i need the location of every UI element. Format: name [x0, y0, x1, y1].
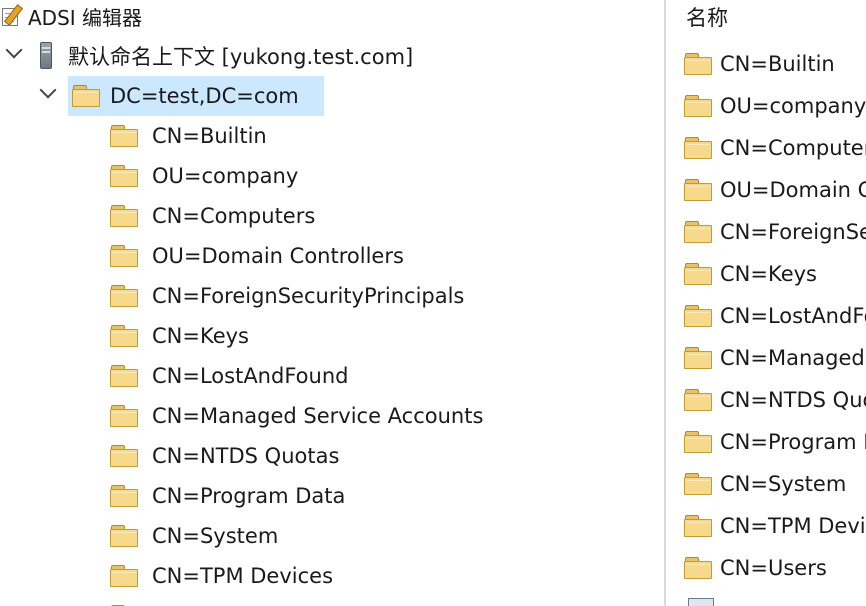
tree-root-label: ADSI 编辑器	[28, 5, 143, 30]
list-item[interactable]: CN=ForeignSecurityPrincipals	[684, 212, 866, 252]
tree-node-domain-label: DC=test,DC=com	[110, 84, 299, 108]
folder-icon	[110, 164, 140, 188]
adsi-edit-icon	[0, 4, 24, 28]
tree-node-child[interactable]: CN=Managed Service Accounts	[110, 396, 487, 436]
folder-icon	[110, 524, 140, 548]
list-item-label: CN=Keys	[720, 262, 817, 286]
tree-node-child[interactable]: CN=NTDS Quotas	[110, 436, 343, 476]
tree-node-child[interactable]: CN=TPM Devices	[110, 556, 337, 596]
folder-icon	[684, 346, 714, 370]
details-list: 名称 CN=Builtin OU=company CN=Computers OU=Do…	[666, 0, 866, 606]
tree-node-connection[interactable]: 默认命名上下文 [yukong.test.com]	[38, 36, 417, 76]
list-item-label: CN=ForeignSecurityPrincipals	[720, 220, 866, 244]
tree-node-child[interactable]: OU=Domain Controllers	[110, 236, 408, 276]
folder-icon	[684, 388, 714, 412]
list-item-label: OU=Domain Controllers	[720, 178, 866, 202]
list-item[interactable]: CN=Managed Service Accounts	[684, 338, 866, 378]
console-tree: ADSI 编辑器 默认命名上下文 [yukong.test.com] DC=te…	[0, 0, 664, 606]
tree-root-adsi-edit[interactable]: ADSI 编辑器	[0, 0, 146, 36]
list-item-label: CN=System	[720, 472, 847, 496]
tree-node-child[interactable]: OU=company	[110, 156, 302, 196]
list-item[interactable]: CN=System	[684, 464, 846, 504]
list-item[interactable]: CN=TPM Devices	[684, 506, 866, 546]
folder-icon	[684, 556, 714, 580]
tree-node-label: CN=LostAndFound	[152, 364, 349, 388]
tree-node-child[interactable]: CN=ForeignSecurityPrincipals	[110, 276, 468, 316]
list-item-label: CN=NTDS Quotas	[720, 388, 866, 412]
folder-icon	[110, 444, 140, 468]
list-item[interactable]: CN=NTDS Quotas	[684, 380, 866, 420]
list-item[interactable]: OU=Domain Controllers	[684, 170, 866, 210]
list-item[interactable]: CN=Keys	[684, 254, 817, 294]
folder-icon	[110, 564, 140, 588]
tree-node-label: CN=Computers	[152, 204, 316, 228]
tree-node-partial[interactable]	[110, 596, 140, 606]
expand-chevron-icon[interactable]	[39, 81, 57, 99]
list-item-label: CN=TPM Devices	[720, 514, 866, 538]
tree-node-child[interactable]: CN=LostAndFound	[110, 356, 352, 396]
folder-icon	[684, 94, 714, 118]
tree-node-child[interactable]: CN=System	[110, 516, 282, 556]
folder-icon	[684, 304, 714, 328]
folder-icon	[684, 262, 714, 286]
tree-node-label: OU=company	[152, 164, 299, 188]
tree-node-label: CN=Builtin	[152, 124, 267, 148]
list-item[interactable]: OU=company	[684, 86, 866, 126]
list-item[interactable]: CN=LostAndFound	[684, 296, 866, 336]
tree-node-child[interactable]: CN=Builtin	[110, 116, 271, 156]
list-item[interactable]: CN=Users	[684, 548, 827, 588]
list-item[interactable]: CN=Builtin	[684, 44, 835, 84]
tree-node-label: CN=TPM Devices	[152, 564, 334, 588]
folder-icon	[684, 514, 714, 538]
folder-icon	[684, 52, 714, 76]
tree-node-label: CN=NTDS Quotas	[152, 444, 340, 468]
tree-node-domain[interactable]: DC=test,DC=com	[68, 76, 324, 116]
tree-node-label: CN=System	[152, 524, 279, 548]
tree-node-child[interactable]: CN=Program Data	[110, 476, 349, 516]
list-item-label: OU=company	[720, 94, 866, 118]
tree-node-label: CN=ForeignSecurityPrincipals	[152, 284, 465, 308]
folder-icon	[684, 220, 714, 244]
folder-icon	[110, 244, 140, 268]
folder-icon	[110, 484, 140, 508]
tree-node-child[interactable]: CN=Computers	[110, 196, 319, 236]
list-item-label: CN=LostAndFound	[720, 304, 866, 328]
folder-icon	[110, 404, 140, 428]
folder-icon	[684, 178, 714, 202]
list-item-partial-icon	[688, 598, 714, 606]
list-item-label: CN=Users	[720, 556, 827, 580]
list-item[interactable]: CN=Computers	[684, 128, 866, 168]
folder-icon	[110, 284, 140, 308]
folder-icon	[110, 324, 140, 348]
expand-chevron-icon[interactable]	[5, 41, 23, 59]
tree-node-label: CN=Program Data	[152, 484, 346, 508]
list-item[interactable]: CN=Program Data	[684, 422, 866, 462]
folder-icon	[684, 472, 714, 496]
folder-icon	[684, 136, 714, 160]
folder-icon	[110, 204, 140, 228]
list-item-label: CN=Program Data	[720, 430, 866, 454]
tree-node-child[interactable]: CN=Keys	[110, 316, 253, 356]
list-item-label: CN=Computers	[720, 136, 866, 160]
folder-icon	[684, 430, 714, 454]
folder-icon	[110, 364, 140, 388]
folder-icon	[110, 124, 140, 148]
tree-node-label: CN=Managed Service Accounts	[152, 404, 484, 428]
column-header-name[interactable]: 名称	[686, 0, 728, 37]
list-item-label: CN=Builtin	[720, 52, 835, 76]
list-item-label: CN=Managed Service Accounts	[720, 346, 866, 370]
tree-node-label: CN=Keys	[152, 324, 249, 348]
column-header-label: 名称	[686, 6, 728, 30]
folder-icon	[72, 84, 102, 108]
tree-node-connection-label: 默认命名上下文 [yukong.test.com]	[68, 45, 414, 69]
tree-node-label: OU=Domain Controllers	[152, 244, 404, 268]
server-icon	[38, 42, 54, 70]
